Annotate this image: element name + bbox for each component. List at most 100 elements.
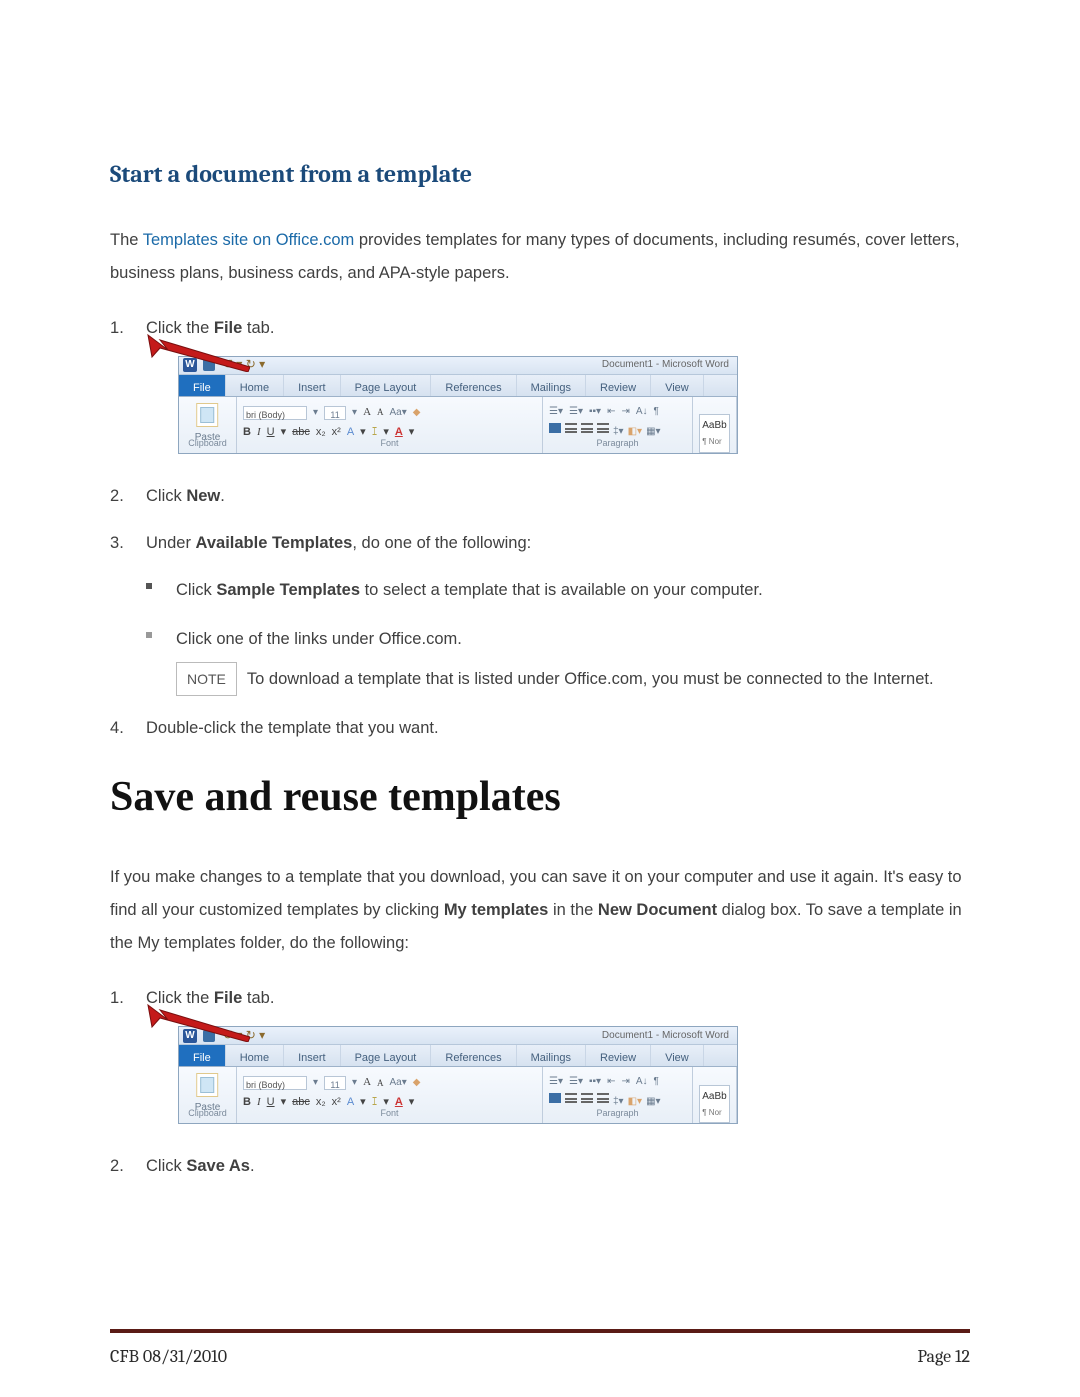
italic-icon: I xyxy=(257,423,261,443)
tab-home: Home xyxy=(226,1045,284,1066)
paste-label: Paste xyxy=(195,1099,221,1117)
paste-icon xyxy=(196,1073,218,1097)
bullets-icon: ☰▾ xyxy=(549,1073,563,1091)
paste-icon xyxy=(196,403,218,427)
bold: File xyxy=(214,989,242,1007)
bullet-icon xyxy=(146,632,152,638)
numbering-icon: ☰▾ xyxy=(569,403,583,421)
bold: New Document xyxy=(598,901,717,919)
change-case-icon: Aa▾ xyxy=(390,404,407,422)
style-sample: AaBb xyxy=(702,417,726,435)
tab-home: Home xyxy=(226,375,284,396)
bullet-2: Click one of the links under Office.com.… xyxy=(146,624,970,695)
word-icon: W xyxy=(183,358,197,372)
subscript-icon: x₂ xyxy=(316,423,326,443)
tab-insert: Insert xyxy=(284,1045,341,1066)
undo-icon: ↺ ▾ ↻ ▾ xyxy=(223,354,265,376)
group-font: bri (Body)▾ 11▾ A A Aa▾ ◆ B I U▾ abc x₂ … xyxy=(237,1067,543,1123)
para-save-reuse: If you make changes to a template that y… xyxy=(110,861,970,960)
bullet-icon xyxy=(146,583,152,589)
font-size-box: 11 xyxy=(324,1076,346,1090)
tab-mailings: Mailings xyxy=(517,1045,586,1066)
justify-icon xyxy=(597,423,609,433)
word-ribbon-screenshot: W ↺ ▾ ↻ ▾ Document1 - Microsoft Word Fil… xyxy=(178,1026,738,1124)
highlight-icon: ꕯ xyxy=(372,423,378,443)
indent-dec-icon: ⇤ xyxy=(607,403,615,421)
multilevel-icon: ▪▪▾ xyxy=(589,1073,601,1091)
bold-icon: B xyxy=(243,1093,251,1113)
intro-paragraph: The Templates site on Office.com provide… xyxy=(110,224,970,290)
step-4: Double-click the template that you want. xyxy=(110,714,970,744)
tab-page-layout: Page Layout xyxy=(341,1045,432,1066)
bold: New xyxy=(186,487,220,505)
text: to select a template that is available o… xyxy=(360,581,763,599)
style-sub: ¶ Nor xyxy=(702,435,726,449)
superscript-icon: x² xyxy=(332,1093,341,1113)
borders-icon: ▦▾ xyxy=(646,423,660,441)
tab-file: File xyxy=(179,375,226,396)
document-title: Document1 - Microsoft Word xyxy=(602,1027,729,1045)
font-color-icon: A xyxy=(395,423,403,443)
shading-icon: ◧▾ xyxy=(628,1093,642,1111)
bullet-list: Click Sample Templates to select a templ… xyxy=(146,575,970,696)
highlight-icon: ꕯ xyxy=(372,1093,378,1113)
underline-icon: U xyxy=(267,1093,275,1113)
footer-page: Page 12 xyxy=(917,1346,970,1367)
shrink-font-icon: A xyxy=(377,404,384,420)
tab-view: View xyxy=(651,375,704,396)
bullets-icon: ☰▾ xyxy=(549,403,563,421)
numbering-icon: ☰▾ xyxy=(569,1073,583,1091)
page-footer: CFB 08/31/2010 Page 12 xyxy=(110,1346,970,1367)
tab-view: View xyxy=(651,1045,704,1066)
align-right-icon xyxy=(581,423,593,433)
font-color-icon: A xyxy=(395,1093,403,1113)
group-paragraph: ☰▾ ☰▾ ▪▪▾ ⇤ ⇥ A↓ ¶ ‡▾ ◧▾ xyxy=(543,397,693,453)
style-sub: ¶ Nor xyxy=(702,1106,726,1120)
bold: Save As xyxy=(186,1157,250,1175)
text: Click xyxy=(176,581,216,599)
strike-icon: abc xyxy=(292,1093,310,1113)
shading-icon: ◧▾ xyxy=(628,423,642,441)
step-2: Click New. xyxy=(110,482,970,512)
grow-font-icon: A xyxy=(363,403,371,423)
shrink-font-icon: A xyxy=(377,1075,384,1091)
templates-site-link[interactable]: Templates site on Office.com xyxy=(143,231,355,249)
note-label: NOTE xyxy=(176,662,237,696)
text: in the xyxy=(548,901,598,919)
indent-inc-icon: ⇥ xyxy=(621,1073,629,1091)
tab-insert: Insert xyxy=(284,375,341,396)
save-icon xyxy=(203,1030,215,1042)
align-right-icon xyxy=(581,1093,593,1103)
steps-list-b: Click the File tab. W ↺ ▾ ↻ ▾ Document1 … xyxy=(110,984,970,1181)
group-styles: AaBb ¶ Nor xyxy=(693,1067,737,1123)
underline-icon: U xyxy=(267,423,275,443)
indent-inc-icon: ⇥ xyxy=(621,403,629,421)
text: tab. xyxy=(242,319,274,337)
text: Click one of the links under Office.com. xyxy=(176,630,462,648)
tab-mailings: Mailings xyxy=(517,375,586,396)
save-icon xyxy=(203,359,215,371)
align-center-icon xyxy=(565,423,577,433)
bold-icon: B xyxy=(243,423,251,443)
steps-list-a: Click the File tab. W ↺ ▾ ↻ ▾ Document1 … xyxy=(110,314,970,743)
text: Click xyxy=(146,487,186,505)
ribbon-titlebar: W ↺ ▾ ↻ ▾ Document1 - Microsoft Word xyxy=(179,1027,737,1045)
tab-review: Review xyxy=(586,1045,651,1066)
ribbon-groups: Paste Clipboard bri (Body)▾ 11▾ A A Aa▾ … xyxy=(179,1067,737,1123)
group-clipboard: Paste Clipboard xyxy=(179,397,237,453)
step-b2: Click Save As. xyxy=(110,1152,970,1182)
align-center-icon xyxy=(565,1093,577,1103)
bullet-1: Click Sample Templates to select a templ… xyxy=(146,575,970,606)
text-effects-icon: A xyxy=(347,423,354,443)
step-1: Click the File tab. W ↺ ▾ ↻ ▾ Document1 … xyxy=(110,314,970,454)
note-text: To download a template that is listed un… xyxy=(247,670,934,688)
subscript-icon: x₂ xyxy=(316,1093,326,1113)
text: Double-click the template that you want. xyxy=(146,719,439,737)
font-size-box: 11 xyxy=(324,406,346,420)
tab-file: File xyxy=(179,1045,226,1066)
text: Click the xyxy=(146,989,214,1007)
multilevel-icon: ▪▪▾ xyxy=(589,403,601,421)
document-title: Document1 - Microsoft Word xyxy=(602,356,729,374)
pilcrow-icon: ¶ xyxy=(654,403,659,421)
ribbon-groups: Paste Clipboard bri (Body) ▾ 11 ▾ A A Aa… xyxy=(179,397,737,453)
